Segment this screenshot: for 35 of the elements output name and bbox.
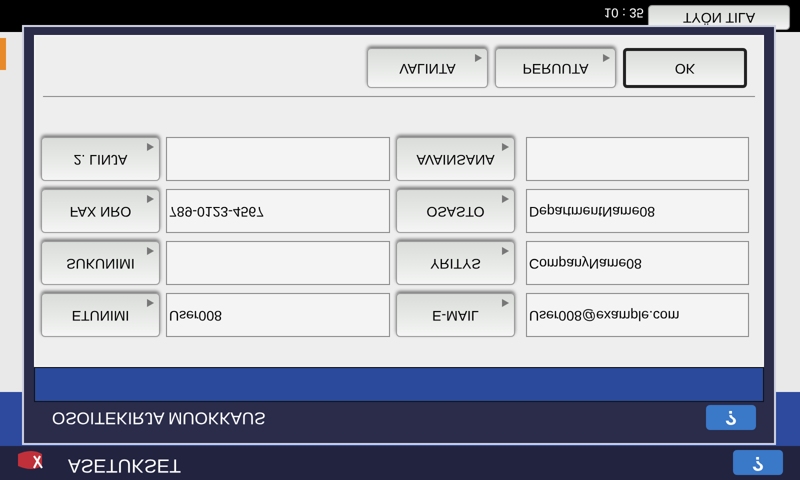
text-field[interactable]: CompanyName08 xyxy=(526,241,749,285)
text-field[interactable]: User008@example.com xyxy=(526,293,749,337)
triangle-icon xyxy=(603,54,610,62)
field-label-button[interactable]: ETUNIMI xyxy=(41,293,160,337)
text-field[interactable]: 789-0123-4567 xyxy=(166,189,390,233)
triangle-icon xyxy=(502,247,509,255)
triangle-icon xyxy=(147,247,154,255)
text-field[interactable] xyxy=(166,137,390,181)
accent-strip xyxy=(0,38,6,70)
field-label-button[interactable]: AVAINSANA xyxy=(396,137,515,181)
triangle-icon xyxy=(502,143,509,151)
help-button[interactable]: ? xyxy=(733,450,783,475)
text-field[interactable]: DepartmentName08 xyxy=(526,189,749,233)
text-field[interactable]: User008 xyxy=(166,293,390,337)
field-label-button[interactable]: OSASTO xyxy=(396,189,515,233)
dialog-button[interactable]: PERUUTA xyxy=(495,48,616,88)
field-label-button[interactable]: E-MAIL xyxy=(396,293,515,337)
field-label-button[interactable]: 2. LINJA xyxy=(41,137,160,181)
field-label-button[interactable]: FAX NRO xyxy=(41,189,160,233)
triangle-icon xyxy=(147,299,154,307)
dialog-button[interactable]: OK xyxy=(623,48,747,88)
text-field[interactable] xyxy=(166,241,390,285)
help-button[interactable]: ? xyxy=(706,404,756,430)
dialog-button[interactable]: VALINTA xyxy=(367,48,488,88)
dialog-title: OSOITEKIRJA MUOKKAUS xyxy=(52,407,266,430)
triangle-icon xyxy=(475,54,482,62)
field-label-button[interactable]: SUKUNIMI xyxy=(41,241,160,285)
triangle-icon xyxy=(502,299,509,307)
triangle-icon xyxy=(147,143,154,151)
footer-title: ASETUKSET xyxy=(68,454,181,478)
field-label-button[interactable]: YRITYS xyxy=(396,241,515,285)
triangle-icon xyxy=(147,195,154,203)
text-field[interactable] xyxy=(526,137,749,181)
triangle-icon xyxy=(502,195,509,203)
clock-time: 10 : 35 xyxy=(604,4,644,22)
